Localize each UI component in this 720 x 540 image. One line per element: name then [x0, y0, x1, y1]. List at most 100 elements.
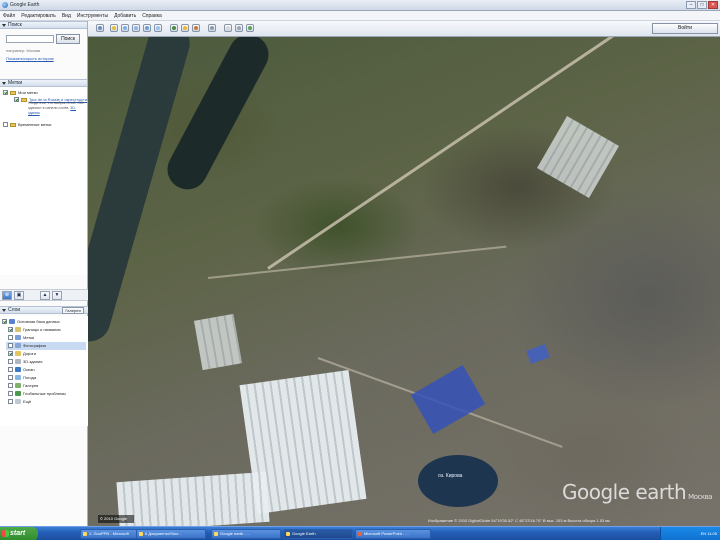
- layers-panel-title: Слои: [8, 307, 21, 313]
- layer-label: Дороги: [23, 351, 37, 357]
- menu-view[interactable]: Вид: [62, 13, 71, 19]
- taskbar-item[interactable]: 6 Документы/Stoo...: [136, 529, 206, 539]
- checkbox[interactable]: [8, 383, 13, 389]
- road-icon: [15, 351, 21, 357]
- borders-icon: [15, 327, 21, 333]
- add-placemark-icon[interactable]: [110, 24, 118, 32]
- layer-borders[interactable]: Границы и названия: [6, 326, 61, 334]
- layer-gallery[interactable]: Галерея: [6, 382, 38, 390]
- checkbox[interactable]: [14, 97, 19, 102]
- layer-roads[interactable]: Дороги: [6, 350, 36, 358]
- places-panel-header[interactable]: Метки: [0, 79, 87, 87]
- checkbox[interactable]: [8, 375, 13, 381]
- taskbar-item[interactable]: Google earth - ...: [211, 529, 281, 539]
- add-path-icon[interactable]: [132, 24, 140, 32]
- sidebar: Поиск Поиск например: Москва Показать/ск…: [0, 21, 88, 526]
- checkbox[interactable]: [3, 122, 8, 127]
- layers-tree: Основная база данных Границы и названия …: [0, 316, 88, 426]
- building-block: [193, 313, 243, 371]
- task-label: Google Earth: [292, 531, 316, 536]
- checkbox[interactable]: [8, 399, 13, 405]
- layer-places[interactable]: Метки: [6, 334, 34, 342]
- menu-add[interactable]: Добавить: [114, 13, 136, 19]
- title-bar: Google Earth – □ ✕: [0, 0, 720, 11]
- hide-sidebar-icon[interactable]: [96, 24, 104, 32]
- checkbox[interactable]: [8, 359, 13, 365]
- checkbox[interactable]: [8, 391, 13, 397]
- layer-label: 3D-здания: [23, 359, 43, 365]
- move-down-button[interactable]: ▼: [52, 290, 62, 300]
- gallery-button[interactable]: Галерея: [62, 307, 84, 314]
- sun-icon[interactable]: [181, 24, 189, 32]
- places-toolbar: ⊕ ▣ ▲ ▼: [0, 289, 88, 301]
- app-icon: [214, 532, 218, 536]
- folder-view-button[interactable]: ▣: [14, 290, 24, 300]
- minimize-button[interactable]: –: [686, 1, 696, 9]
- checkbox[interactable]: [8, 335, 13, 341]
- record-tour-icon[interactable]: [154, 24, 162, 32]
- clock: EN 11:05: [700, 531, 717, 536]
- historical-imagery-icon[interactable]: [170, 24, 178, 32]
- layer-global-awareness[interactable]: Глобальные проблемы: [6, 390, 66, 398]
- folder-icon: [10, 90, 16, 95]
- search-panel-header[interactable]: Поиск: [0, 21, 87, 29]
- layer-more[interactable]: Ещё: [6, 398, 31, 406]
- tree-item-my-places[interactable]: Мои метки: [3, 89, 38, 96]
- folder-icon: [10, 122, 16, 127]
- google-earth-icon: [286, 532, 290, 536]
- layer-label: Основная база данных: [17, 319, 60, 325]
- collapse-triangle-icon: [2, 23, 6, 27]
- print-icon[interactable]: [235, 24, 243, 32]
- layer-ocean[interactable]: Океан: [6, 366, 35, 374]
- checkbox[interactable]: [8, 343, 13, 349]
- watermark-suffix: Москва: [688, 493, 712, 501]
- move-up-button[interactable]: ▲: [40, 290, 50, 300]
- add-place-button[interactable]: ⊕: [2, 290, 12, 300]
- layer-weather[interactable]: Погода: [6, 374, 36, 382]
- taskbar-item[interactable]: Microsoft PowerPoint - ...: [355, 529, 431, 539]
- checkbox[interactable]: [8, 367, 13, 373]
- menu-tools[interactable]: Инструменты: [77, 13, 108, 19]
- maximize-button[interactable]: □: [697, 1, 707, 9]
- window-title: Google Earth: [10, 2, 40, 8]
- window-controls: – □ ✕: [686, 1, 718, 9]
- add-polygon-icon[interactable]: [121, 24, 129, 32]
- menu-edit[interactable]: Редактировать: [21, 13, 56, 19]
- checkbox[interactable]: [3, 90, 8, 95]
- tree-item-temporary[interactable]: Временные метки: [3, 121, 51, 128]
- menu-file[interactable]: Файл: [3, 13, 15, 19]
- task-label: Google earth - ...: [220, 531, 251, 536]
- planets-icon[interactable]: [192, 24, 200, 32]
- imagery-date-badge: © 2010 Google: [98, 515, 134, 523]
- layer-3d-buildings[interactable]: 3D-здания: [6, 358, 42, 366]
- map-view[interactable]: оз. Кирова Google earth Москва © 2010 Goo…: [88, 37, 720, 526]
- checkbox[interactable]: [8, 351, 13, 357]
- search-history-link[interactable]: Показать/скрыть историю: [6, 56, 54, 61]
- close-button[interactable]: ✕: [708, 1, 718, 9]
- checkbox[interactable]: [2, 319, 7, 325]
- view-in-maps-icon[interactable]: [246, 24, 254, 32]
- search-example-text: например: Москва: [6, 48, 41, 53]
- checkbox[interactable]: [8, 327, 13, 333]
- start-button[interactable]: start: [0, 527, 38, 540]
- task-label: Microsoft PowerPoint - ...: [364, 531, 409, 536]
- email-icon[interactable]: [224, 24, 232, 32]
- lake: [418, 455, 498, 507]
- ruler-icon[interactable]: [208, 24, 216, 32]
- layer-label: Метки: [23, 335, 35, 341]
- search-input[interactable]: [6, 35, 54, 43]
- layer-primary-database[interactable]: Основная база данных: [0, 318, 60, 326]
- weather-icon: [15, 375, 21, 381]
- sign-in-button[interactable]: Войти: [652, 23, 718, 34]
- layers-panel-header[interactable]: Слои Галерея: [0, 306, 88, 314]
- menu-help[interactable]: Справка: [142, 13, 162, 19]
- places-tree: Мои метки Tour de la Russie и окрестност…: [0, 87, 87, 275]
- add-overlay-icon[interactable]: [143, 24, 151, 32]
- layer-photos[interactable]: Фотографии: [6, 342, 86, 350]
- search-panel-title: Поиск: [8, 22, 22, 28]
- taskbar-item-active[interactable]: Google Earth: [283, 529, 353, 539]
- folder-icon: [21, 97, 27, 102]
- search-button[interactable]: Поиск: [56, 34, 80, 44]
- collapse-triangle-icon: [2, 81, 6, 85]
- search-panel: Поиск например: Москва Показать/скрыть и…: [0, 29, 87, 79]
